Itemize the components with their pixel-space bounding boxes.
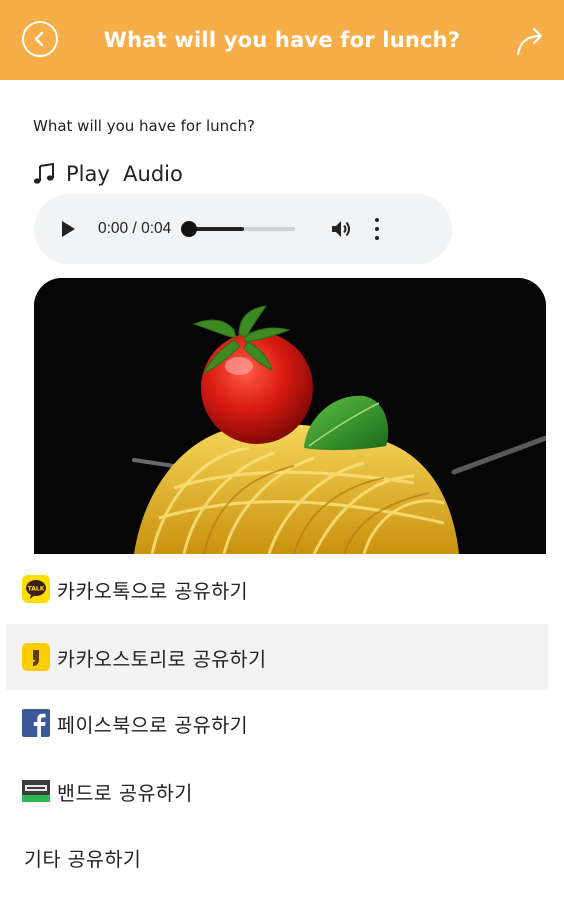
play-icon: [62, 221, 75, 237]
volume-icon: [332, 221, 351, 237]
chevron-left-icon: [34, 31, 44, 47]
audio-play-button[interactable]: [60, 219, 80, 239]
play-audio-label: Play Audio: [32, 158, 183, 190]
audio-progress-buffered: [189, 227, 245, 231]
app-header: What will you have for lunch?: [0, 0, 564, 80]
kakaotalk-icon: TALK: [22, 575, 50, 603]
dot-icon: [375, 218, 380, 222]
menu-item-label: 밴드로 공유하기: [57, 781, 193, 805]
share-other-item[interactable]: 기타 공유하기: [6, 824, 548, 890]
lunch-photo: [34, 278, 546, 554]
audio-time: 0:00 / 0:04: [98, 220, 172, 237]
play-audio-text: Play Audio: [66, 162, 183, 186]
share-arrow-icon: [516, 27, 543, 56]
band-icon: [22, 780, 50, 802]
menu-item-label: 페이스북으로 공유하기: [57, 713, 249, 737]
dot-icon: [375, 236, 380, 240]
share-kakaotalk-item[interactable]: TALK 카카오톡으로 공유하기: [6, 556, 548, 622]
volume-button[interactable]: [329, 217, 353, 241]
audio-progress-knob[interactable]: [181, 221, 198, 237]
share-band-item[interactable]: 밴드로 공유하기: [6, 758, 548, 824]
share-facebook-item[interactable]: 페이스북으로 공유하기: [6, 690, 548, 756]
svg-text:TALK: TALK: [28, 586, 45, 593]
audio-player: 0:00 / 0:04: [34, 194, 452, 264]
dot-icon: [375, 227, 380, 231]
spaghetti-image: [34, 278, 546, 554]
music-note-icon: [33, 162, 54, 184]
page-title: What will you have for lunch?: [103, 28, 461, 52]
back-button[interactable]: [22, 21, 58, 57]
audio-more-options-button[interactable]: [373, 218, 381, 240]
audio-progress-bar[interactable]: [181, 221, 296, 237]
menu-item-label: 기타 공유하기: [24, 847, 142, 871]
menu-item-label: 카카오스토리로 공유하기: [57, 647, 267, 671]
share-kakaostory-item[interactable]: 카카오스토리로 공유하기: [6, 624, 548, 690]
share-button[interactable]: [514, 24, 548, 58]
facebook-icon: [22, 709, 50, 737]
kakaostory-icon: [22, 643, 50, 671]
menu-item-label: 카카오톡으로 공유하기: [57, 579, 249, 603]
question-text: What will you have for lunch?: [33, 117, 255, 135]
